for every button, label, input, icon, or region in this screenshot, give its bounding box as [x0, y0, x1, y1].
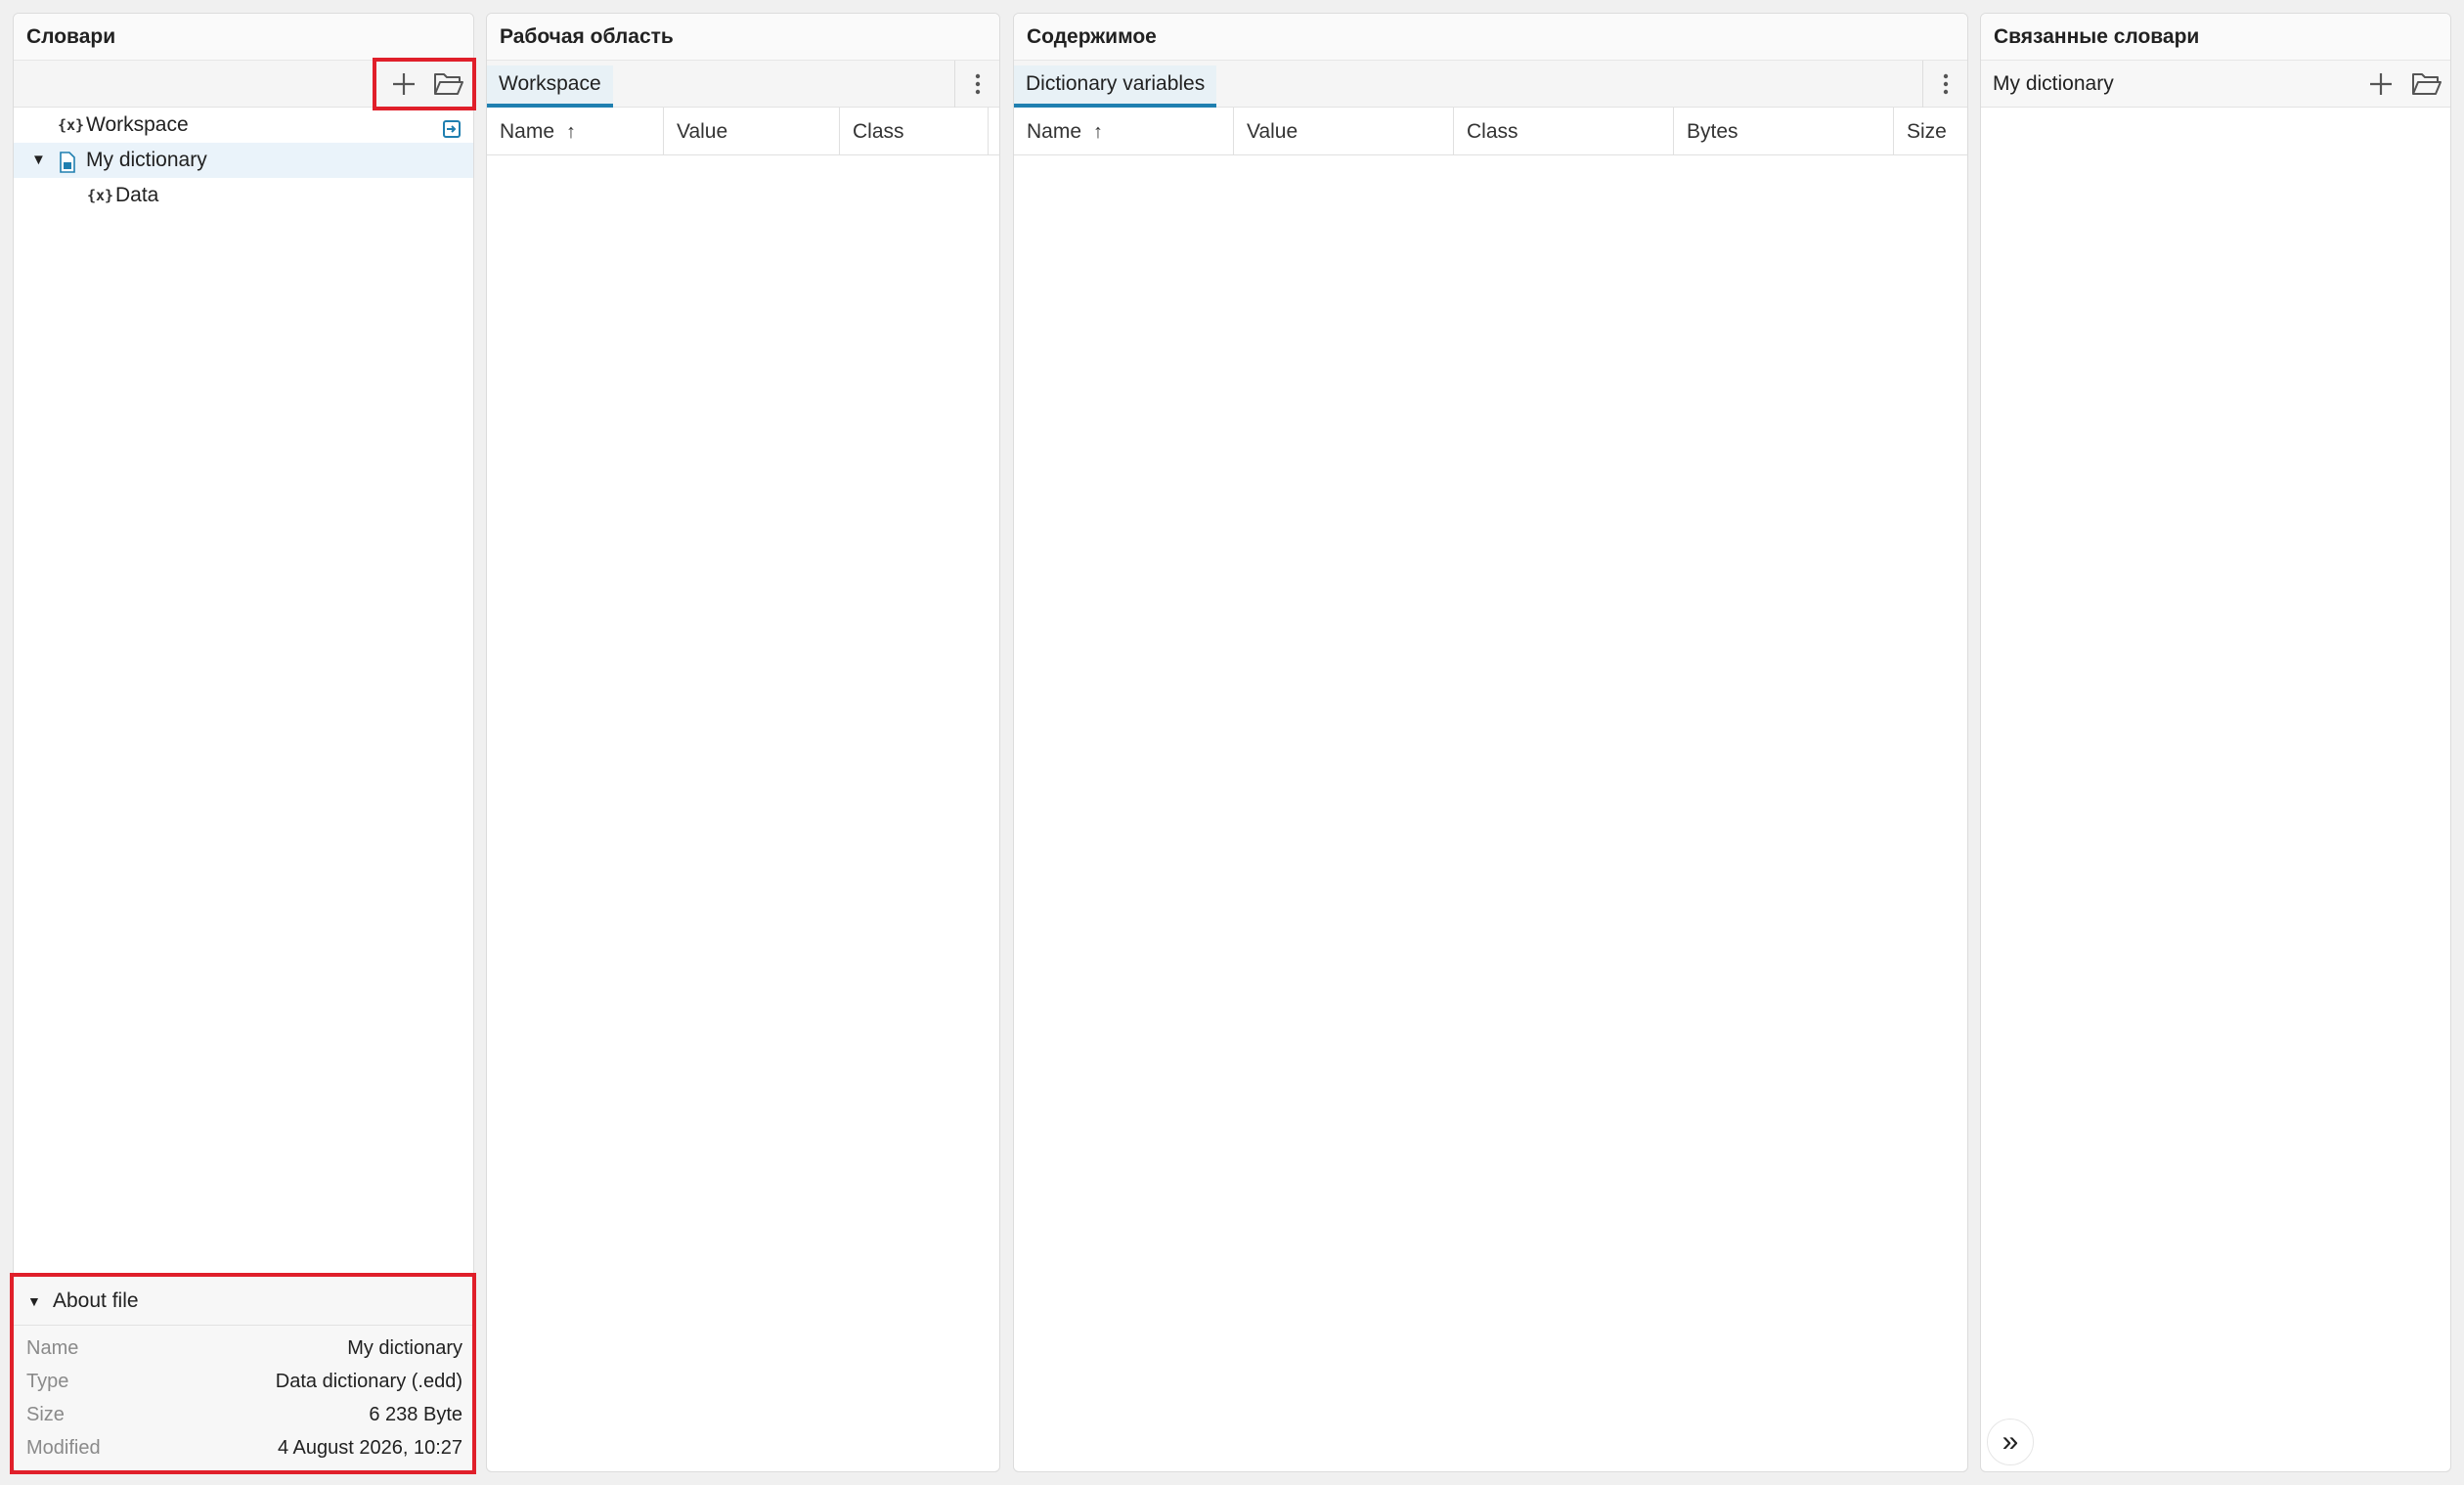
- column-label: Value: [1247, 120, 1298, 143]
- about-key: Name: [26, 1337, 79, 1359]
- plus-icon: [393, 73, 415, 95]
- about-value: 6 238 Byte: [369, 1404, 462, 1425]
- workspace-menu-button[interactable]: [954, 61, 999, 108]
- folder-open-icon: [434, 73, 463, 95]
- about-row-size: Size 6 238 Byte: [14, 1398, 473, 1431]
- about-key: Type: [26, 1371, 69, 1392]
- tree-item-label: Data: [115, 184, 159, 206]
- about-value: My dictionary: [347, 1337, 462, 1359]
- column-header-value[interactable]: Value: [1234, 108, 1454, 155]
- about-file-header[interactable]: ▼ About file: [14, 1277, 473, 1326]
- tab-dictionary-variables[interactable]: Dictionary variables: [1014, 66, 1217, 108]
- tree-item-data[interactable]: {x} Data: [14, 178, 473, 213]
- tree-item-my-dictionary[interactable]: ▼ My dictionary: [14, 143, 473, 178]
- dictionary-tree: {x} Workspace ▼ My dictionary {x} Data: [14, 108, 473, 213]
- about-row-modified: Modified 4 August 2026, 10:27: [14, 1431, 473, 1464]
- double-chevron-right-icon: »: [2002, 1425, 2019, 1458]
- column-label: Value: [677, 120, 728, 143]
- column-header-size[interactable]: Size: [1894, 108, 1967, 155]
- about-file-title: About file: [53, 1289, 139, 1312]
- linked-dictionary-selector[interactable]: My dictionary: [1981, 61, 2450, 108]
- open-dictionary-button[interactable]: [429, 66, 468, 102]
- expand-panel-button[interactable]: »: [1987, 1419, 2034, 1465]
- folder-open-icon: [2412, 73, 2442, 95]
- column-label: Name: [1027, 120, 1082, 143]
- dictionaries-panel-title: Словари: [14, 14, 473, 61]
- variable-set-icon: {x}: [87, 187, 114, 204]
- caret-down-icon[interactable]: ▼: [31, 143, 46, 178]
- tab-workspace[interactable]: Workspace: [487, 66, 613, 108]
- add-dictionary-button[interactable]: [384, 66, 423, 102]
- about-value: Data dictionary (.edd): [275, 1371, 462, 1392]
- contents-table-body: [1014, 155, 1967, 1426]
- tree-item-workspace[interactable]: {x} Workspace: [14, 108, 473, 143]
- column-label: Size: [1907, 120, 1947, 143]
- column-label: Bytes: [1687, 120, 1738, 143]
- column-label: Class: [853, 120, 904, 143]
- about-row-name: Name My dictionary: [14, 1332, 473, 1365]
- column-header-name[interactable]: Name ↑: [487, 108, 664, 155]
- linked-dictionaries-panel: Связанные словари My dictionary »: [1980, 13, 2451, 1472]
- linked-dictionary-name: My dictionary: [1993, 72, 2114, 95]
- plus-icon: [2370, 73, 2392, 95]
- sort-ascending-icon: ↑: [566, 121, 577, 143]
- contents-panel-title: Содержимое: [1014, 14, 1967, 61]
- workspace-panel-title: Рабочая область: [487, 14, 999, 61]
- open-linked-dictionary-button[interactable]: [2407, 66, 2446, 102]
- column-header-value[interactable]: Value: [664, 108, 840, 155]
- sort-ascending-icon: ↑: [1093, 121, 1104, 143]
- dictionaries-panel: Словари {x} Workspace ▼ My dictionary {x…: [13, 13, 474, 1472]
- about-key: Modified: [26, 1437, 101, 1459]
- contents-table-header: Name ↑ Value Class Bytes Size: [1014, 108, 1967, 155]
- caret-down-icon: ▼: [27, 1293, 41, 1309]
- add-linked-dictionary-button[interactable]: [2361, 66, 2400, 102]
- column-header-bytes[interactable]: Bytes: [1674, 108, 1894, 155]
- contents-menu-button[interactable]: [1922, 61, 1967, 108]
- dictionaries-toolbar: [14, 61, 473, 108]
- more-vertical-icon: [1943, 73, 1948, 95]
- tree-item-label: Workspace: [86, 113, 189, 136]
- column-header-name[interactable]: Name ↑: [1014, 108, 1234, 155]
- workspace-table-header: Name ↑ Value Class: [487, 108, 999, 155]
- linked-dictionaries-panel-title: Связанные словари: [1981, 14, 2450, 61]
- column-header-class[interactable]: Class: [840, 108, 989, 155]
- workspace-panel: Рабочая область Workspace Name ↑ Value Cl…: [486, 13, 1000, 1472]
- column-label: Name: [500, 120, 555, 143]
- about-row-type: Type Data dictionary (.edd): [14, 1365, 473, 1398]
- workspace-toolbar: Workspace: [487, 61, 999, 108]
- about-value: 4 August 2026, 10:27: [277, 1437, 462, 1459]
- workspace-table-body: [487, 155, 999, 1426]
- tree-item-label: My dictionary: [86, 149, 207, 171]
- about-file-section: ▼ About file Name My dictionary Type Dat…: [14, 1276, 473, 1471]
- contents-toolbar: Dictionary variables: [1014, 61, 1967, 108]
- contents-panel: Содержимое Dictionary variables Name ↑ Va…: [1013, 13, 1968, 1472]
- variable-workspace-icon: {x}: [58, 116, 85, 134]
- column-header-class[interactable]: Class: [1454, 108, 1674, 155]
- about-key: Size: [26, 1404, 65, 1425]
- column-label: Class: [1467, 120, 1518, 143]
- more-vertical-icon: [975, 73, 980, 95]
